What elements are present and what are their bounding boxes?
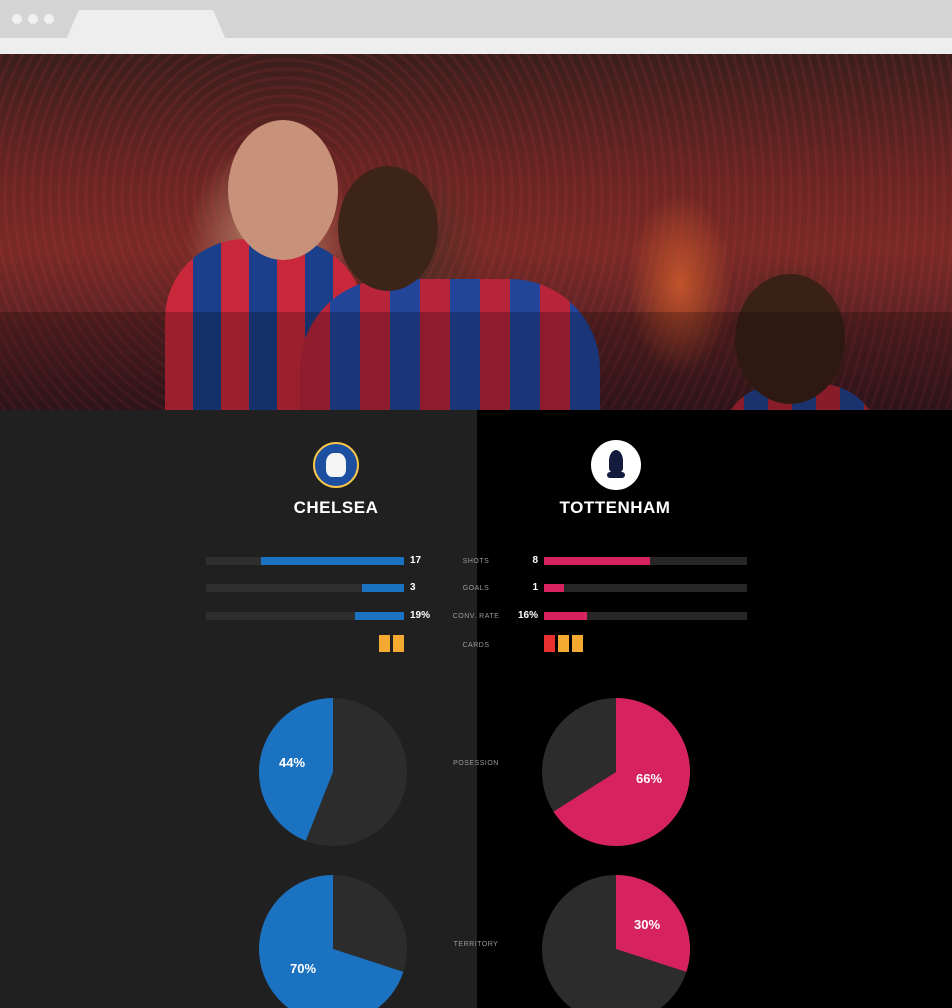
window-controls [12, 14, 54, 24]
minimize-dot-icon[interactable] [28, 14, 38, 24]
browser-toolbar [0, 38, 952, 54]
pie-charts [259, 698, 690, 1008]
browser-chrome [0, 0, 952, 54]
close-dot-icon[interactable] [12, 14, 22, 24]
browser-tab[interactable] [66, 10, 226, 40]
right-possession-value: 66% [636, 771, 663, 786]
player-head [338, 166, 438, 291]
hero-photo [0, 54, 952, 410]
hero-shade [0, 312, 952, 410]
player-head [228, 120, 338, 260]
match-stats: CHELSEA TOTTENHAM SHOTS 17 8 GOALS 3 1 C… [0, 410, 952, 1008]
right-territory-value: 30% [634, 917, 661, 932]
maximize-dot-icon[interactable] [44, 14, 54, 24]
left-possession-value: 44% [279, 755, 306, 770]
left-territory-value: 70% [290, 961, 317, 976]
